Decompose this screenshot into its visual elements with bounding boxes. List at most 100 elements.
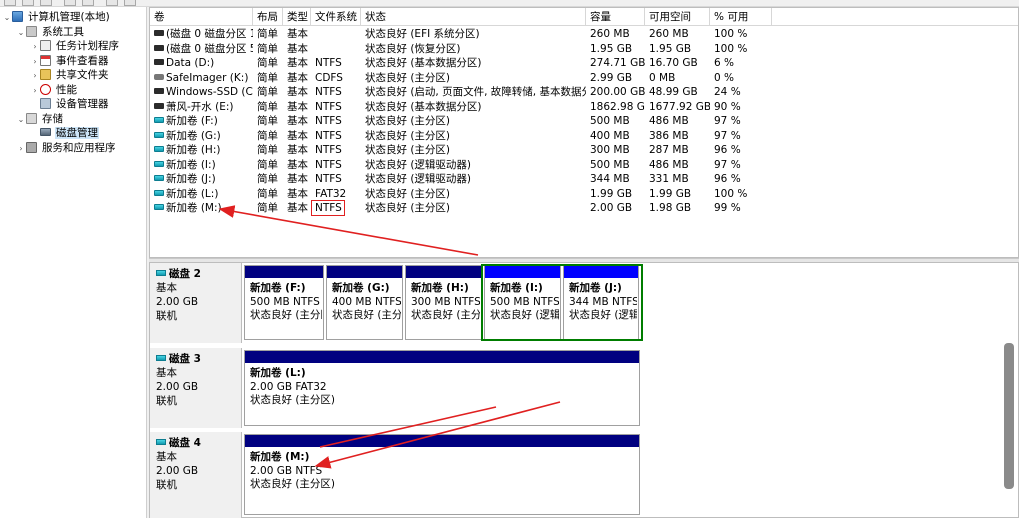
tree-item-label: 性能 [56,83,77,96]
disk-label[interactable]: 磁盘 4 基本 2.00 GB 联机 [150,432,242,518]
partition-detail: 2.00 GB NTFS [250,464,323,477]
cell-text: 基本 [287,202,308,214]
column-header[interactable]: 状态 [361,8,586,26]
chevron-right-icon[interactable]: › [30,69,40,83]
refresh-button[interactable] [106,0,118,6]
partition-detail: 400 MB NTFS [332,295,401,308]
forward-button[interactable] [22,0,34,6]
column-header[interactable]: 布局 [253,8,283,26]
cell-text: 48.99 GB [649,86,698,98]
table-cell: 基本 [283,187,311,202]
tree-item-label: 设备管理器 [56,98,109,110]
cell-text: 2.00 GB [590,202,633,214]
partition-block[interactable]: 新加卷 (F:)500 MB NTFS状态良好 (主分区) [244,265,324,340]
tree-item[interactable]: › 事件查看器 [30,54,110,68]
table-cell: 状态良好 (主分区) [361,201,586,216]
table-cell: 简单 [253,100,283,115]
volume-list-header: 卷布局 类型 文件系统 状态 容量 可用空间% 可用 [150,8,1018,26]
table-cell: 1.98 GB [645,201,710,216]
chevron-right-icon[interactable]: › [30,55,40,69]
column-header[interactable]: 文件系统 [311,8,361,26]
table-cell: 基本 [283,114,311,129]
table-row[interactable]: (磁盘 0 磁盘分区 1) 简单 基本 状态良好 (EFI 系统分区) 260 MB 26… [150,27,1018,42]
tree-item[interactable]: › 任务计划程序 [30,39,120,53]
tree-item[interactable]: › 服务和应用程序 [16,141,117,155]
column-header[interactable]: 卷 [150,8,253,26]
shared-folder-icon [40,69,51,80]
disk-label[interactable]: 磁盘 3 基本 2.00 GB 联机 [150,348,242,428]
table-row[interactable]: 新加卷 (I:) 简单 基本 NTFS 状态良好 (逻辑驱动器) 500 MB 486 MB… [150,158,1018,173]
chevron-down-icon[interactable]: ⌄ [16,26,26,40]
table-row[interactable]: 新加卷 (H:) 简单 基本 NTFS 状态良好 (主分区) 300 MB 287 MB 96… [150,143,1018,158]
cell-text: 状态良好 (恢复分区) [365,42,461,55]
tree-item[interactable]: › 共享文件夹 [30,68,110,82]
table-cell: 1862.98 GB [586,100,645,115]
chevron-right-icon[interactable]: › [30,40,40,54]
partition-detail: 2.00 GB FAT32 [250,380,327,393]
chevron-right-icon[interactable]: › [16,142,26,156]
partition-block[interactable]: 新加卷 (L:) 2.00 GB FAT32 状态良好 (主分区) [244,350,640,426]
cell-text: 萧风-开水 (E:) [166,100,234,113]
table-row[interactable]: 新加卷 (M:) 简单 基本 NTFS 状态良好 (主分区) 2.00 GB 1.98 GB… [150,200,1018,216]
export-button[interactable] [124,0,136,6]
partition-block[interactable]: 新加卷 (H:)300 MB NTFS状态良好 (主分区) [405,265,482,340]
partition-info: 新加卷 (H:)300 MB NTFS状态良好 (主分区) [411,282,480,323]
chevron-right-icon[interactable]: › [30,84,40,98]
up-button[interactable] [40,0,52,6]
properties-button[interactable] [64,0,76,6]
table-row[interactable]: 新加卷 (L:) 简单 基本 FAT32 状态良好 (主分区) 1.99 GB 1.99 G… [150,187,1018,202]
tree-item[interactable]: ⌄ 存储 [16,112,64,126]
cell-text: 简单 [257,187,278,200]
partition-name: 新加卷 (F:) [250,282,306,294]
cell-text: 16.70 GB [649,57,698,69]
table-row[interactable]: 新加卷 (J:) 简单 基本 NTFS 状态良好 (逻辑驱动器) 344 MB 331 MB… [150,172,1018,187]
column-header[interactable]: % 可用 [710,8,772,26]
back-button[interactable] [4,0,16,6]
chevron-down-icon[interactable]: ⌄ [2,11,12,25]
tree-item[interactable]: 设备管理器 [30,97,110,111]
column-header[interactable]: 类型 [283,8,311,26]
table-row[interactable]: Data (D:) 简单 基本 NTFS 状态良好 (基本数据分区) 274.71 GB 1… [150,56,1018,71]
cell-text: 新加卷 (G:) [166,129,221,142]
volume-icon [154,59,164,65]
table-cell [311,42,361,57]
cell-text: 状态良好 (EFI 系统分区) [365,28,480,40]
cell-text: 状态良好 (主分区) [365,187,451,200]
cell-text: 96 % [714,173,741,185]
tree-item-label: 共享文件夹 [56,69,109,81]
table-cell: 1.95 GB [645,42,710,57]
tree-item[interactable]: 磁盘管理 [30,126,99,140]
cell-text: 基本 [287,173,308,185]
table-cell: 48.99 GB [645,85,710,100]
cell-text: 100 % [714,28,748,40]
chevron-down-icon[interactable]: ⌄ [16,113,26,127]
table-row[interactable]: 萧风-开水 (E:) 简单 基本 NTFS 状态良好 (基本数据分区) 1862.98 G… [150,100,1018,115]
cell-text: SafeImager (K:) [166,71,249,84]
table-cell: 基本 [283,143,311,158]
table-row[interactable]: 新加卷 (F:) 简单 基本 NTFS 状态良好 (主分区) 500 MB 486 MB 97… [150,114,1018,129]
table-row[interactable]: (磁盘 0 磁盘分区 5) 简单 基本 状态良好 (恢复分区) 1.95 GB 1.95 … [150,42,1018,57]
cell-text: 状态良好 (基本数据分区) [365,100,482,113]
table-row[interactable]: Windows-SSD (C:) 简单 基本 NTFS 状态良好 (启动, 页面文件, … [150,85,1018,100]
column-header[interactable]: 可用空间 [645,8,710,26]
cell-text: 260 MB [649,28,689,40]
disk-icon [156,439,166,445]
tree-item[interactable]: ⌄ 计算机管理(本地) [2,10,111,24]
help-button[interactable] [82,0,94,6]
cell-text: 260 MB [590,28,630,40]
disk-name: 磁盘 3 [156,352,235,366]
column-header[interactable]: 容量 [586,8,645,26]
cell-text: 新加卷 (F:) [166,115,218,127]
cell-text: NTFS [315,57,342,69]
tree-item[interactable]: › 性能 [30,83,78,97]
vertical-scrollbar-thumb[interactable] [1004,343,1014,489]
table-row[interactable]: 新加卷 (G:) 简单 基本 NTFS 状态良好 (主分区) 400 MB 386 MB 97… [150,129,1018,144]
table-cell: NTFS [311,100,361,115]
partition-block[interactable]: 新加卷 (G:)400 MB NTFS状态良好 (主分区) [326,265,403,340]
cell-text: 90 % [714,100,741,113]
disk-label[interactable]: 磁盘 2 基本 2.00 GB 联机 [150,263,242,343]
tree-item[interactable]: ⌄ 系统工具 [16,25,85,39]
table-row[interactable]: SafeImager (K:) 简单 基本 CDFS 状态良好 (主分区) 2.99 GB… [150,71,1018,86]
cell-text: NTFS [315,158,342,171]
partition-block[interactable]: 新加卷 (M:) 2.00 GB NTFS 状态良好 (主分区) [244,434,640,515]
